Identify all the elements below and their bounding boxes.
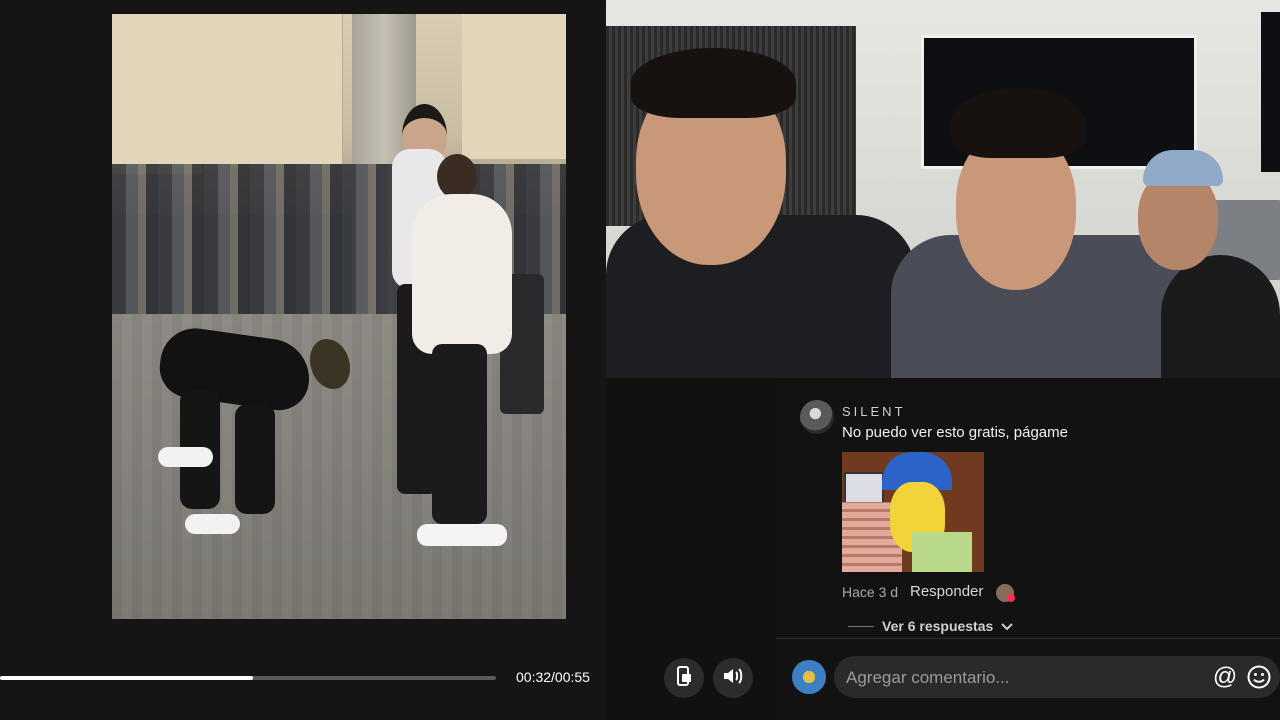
video-scene-building [202,14,343,164]
comment-text: No puedo ver esto gratis, págame [842,424,1068,441]
view-replies-button[interactable]: Ver 6 respuestas [848,618,1014,634]
video-player: 00:32/00:55 [0,0,753,720]
comment-gif[interactable] [842,452,984,572]
heart-icon [1007,594,1015,602]
video-scene-building [112,14,203,174]
comment-username[interactable]: SILENT [842,404,906,419]
reply-button[interactable]: Responder [910,583,983,600]
divider [848,625,874,627]
app-root: 00:32/00:55 SILENT No puedo ver esto gra… [0,0,1280,720]
at-sign-icon: @ [1212,663,1238,690]
video-frame[interactable] [112,14,566,619]
volume-icon [722,666,744,691]
composer-divider [776,638,1280,639]
phone-screen-icon [675,665,693,691]
time-display: 00:32/00:55 [516,669,590,685]
video-scene-woman [402,154,522,554]
avatar[interactable] [792,660,826,694]
comment-time: Hace 3 d [842,584,899,600]
view-replies-label: Ver 6 respuestas [882,618,994,634]
screen-mode-button[interactable] [664,658,704,698]
emoji-icon [1246,665,1272,694]
chevron-down-icon [1001,618,1014,634]
seek-bar-progress [0,676,253,680]
avatar[interactable] [800,400,834,434]
comment-input[interactable] [844,656,1208,700]
volume-button[interactable] [713,658,753,698]
room-window-right [1261,12,1280,172]
emoji-button[interactable] [1246,664,1272,690]
seek-bar[interactable] [0,676,496,680]
video-scene-bending-person [155,319,350,534]
mention-button[interactable]: @ [1212,664,1238,690]
webcam-view [606,0,1280,378]
video-scene-building [462,14,566,159]
